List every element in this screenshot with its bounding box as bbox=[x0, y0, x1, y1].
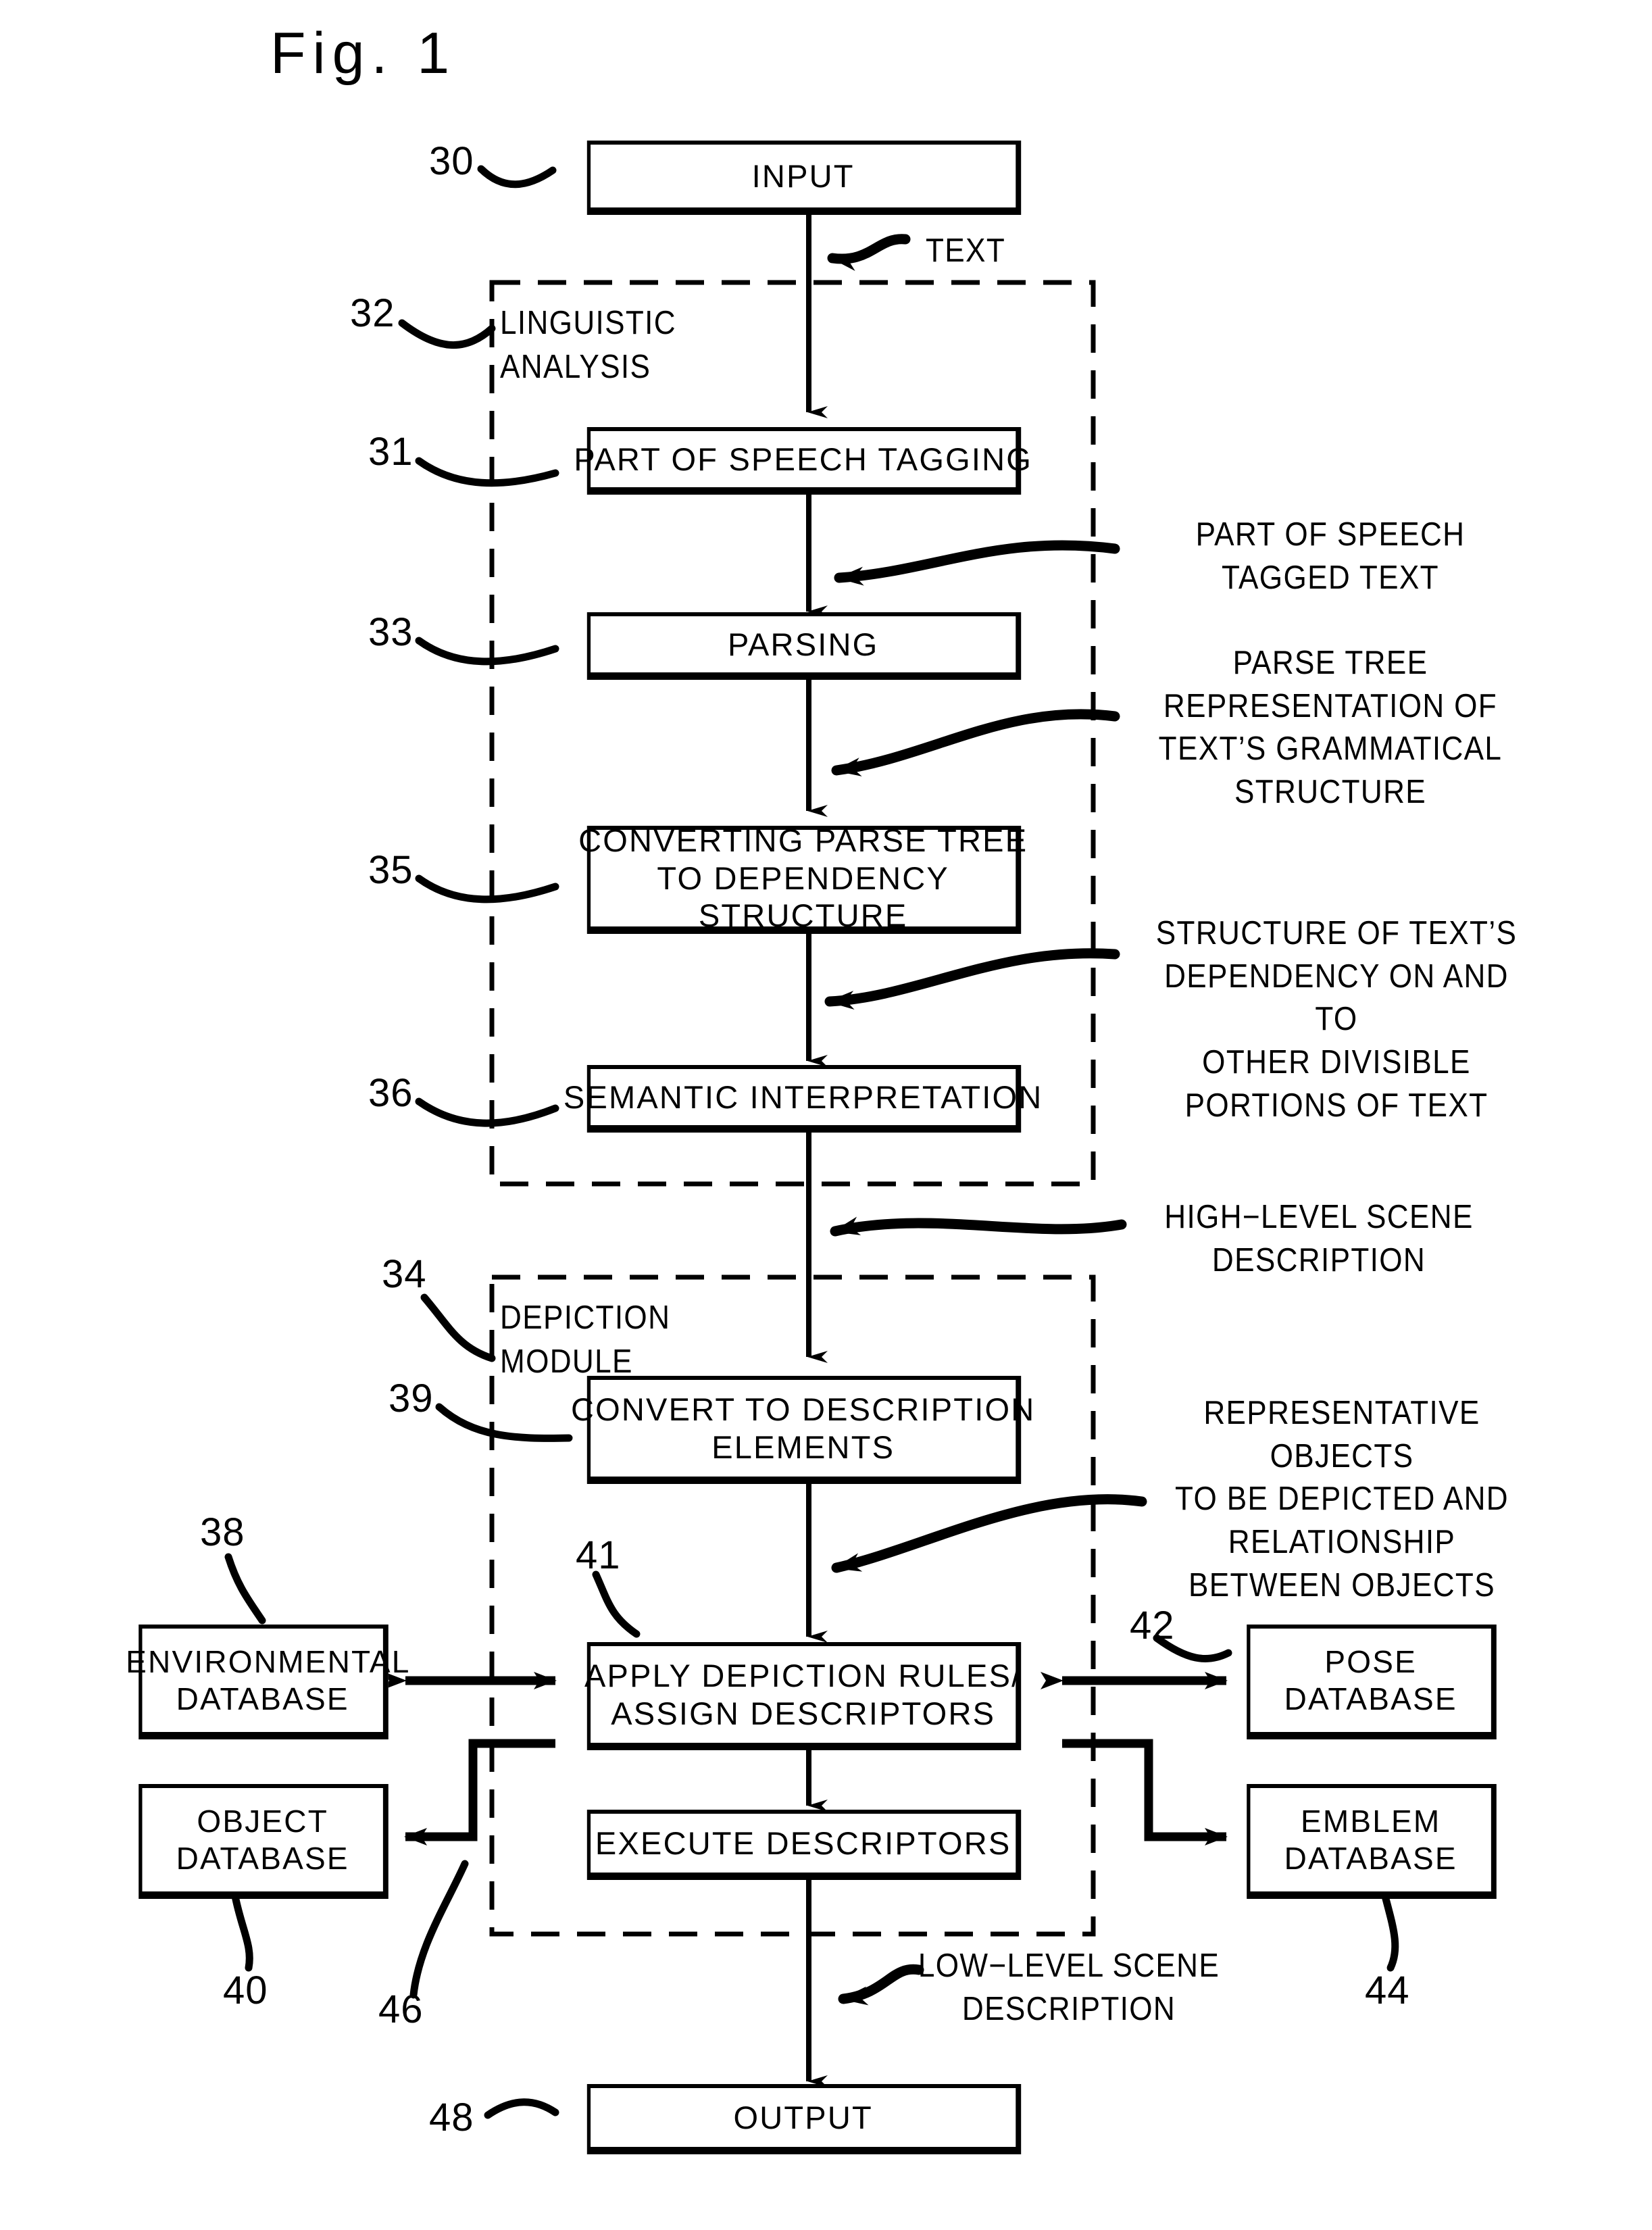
process-box-output[interactable]: OUTPUT bbox=[586, 2084, 1022, 2154]
group-label-depiction-module: DEPICTION MODULE bbox=[500, 1299, 671, 1380]
group-label-linguistic-analysis: LINGUISTIC ANALYSIS bbox=[500, 305, 676, 385]
database-box-environmental-label: ENVIRONMENTAL DATABASE bbox=[126, 1644, 411, 1716]
process-box-converting-parse-tree[interactable]: CONVERTING PARSE TREE TO DEPENDENCY STRU… bbox=[578, 822, 1026, 934]
annotation-representative-objects: REPRESENTATIVE OBJECTS TO BE DEPICTED AN… bbox=[1175, 1395, 1509, 1604]
database-box-emblem[interactable]: EMBLEM DATABASE bbox=[1247, 1784, 1497, 1899]
process-box-input-label: INPUT bbox=[751, 157, 855, 194]
reference-numeral-31: 31 bbox=[368, 430, 414, 474]
database-box-object-label: OBJECT DATABASE bbox=[176, 1804, 349, 1876]
reference-numeral-39: 39 bbox=[389, 1377, 434, 1420]
reference-numeral-48: 48 bbox=[429, 2096, 474, 2139]
process-box-convert-to-description-elements-label: CONVERT TO DESCRIPTION ELEMENTS bbox=[570, 1391, 1036, 1465]
reference-numeral-46: 46 bbox=[378, 1987, 424, 2031]
figure-title: Fig. 1 bbox=[270, 21, 457, 86]
reference-numeral-30: 30 bbox=[429, 139, 474, 183]
reference-numeral-36: 36 bbox=[368, 1071, 414, 1115]
linguistic-analysis-dashed-frame bbox=[489, 280, 1096, 1187]
annotation-high-level-scene-description: HIGH−LEVEL SCENE DESCRIPTION bbox=[1164, 1199, 1474, 1279]
reference-numeral-33: 33 bbox=[368, 610, 414, 654]
reference-numeral-41: 41 bbox=[576, 1533, 621, 1577]
annotation-low-level-scene-description: LOW−LEVEL SCENE DESCRIPTION bbox=[918, 1948, 1220, 2027]
reference-numeral-42: 42 bbox=[1130, 1604, 1175, 1647]
annotation-parse-tree-representation: PARSE TREE REPRESENTATION OF TEXT’S GRAM… bbox=[1158, 645, 1503, 811]
process-box-execute-descriptors[interactable]: EXECUTE DESCRIPTORS bbox=[586, 1810, 1022, 1880]
reference-numeral-44: 44 bbox=[1365, 1968, 1410, 2012]
right-database-connectors bbox=[1041, 1672, 1228, 1845]
process-box-parsing-label: PARSING bbox=[727, 626, 879, 662]
process-box-parsing[interactable]: PARSING bbox=[586, 612, 1022, 680]
left-database-connectors bbox=[384, 1672, 557, 1845]
database-box-object[interactable]: OBJECT DATABASE bbox=[139, 1784, 389, 1899]
patent-figure: Fig. 1 INPUT PART OF SPEECH TAGGING PARS… bbox=[0, 0, 1652, 2230]
process-box-convert-to-description-elements[interactable]: CONVERT TO DESCRIPTION ELEMENTS bbox=[571, 1376, 1034, 1484]
annotation-text: TEXT bbox=[926, 232, 1006, 269]
database-box-emblem-label: EMBLEM DATABASE bbox=[1284, 1804, 1457, 1876]
annotation-structure-of-text-dependency: STRUCTURE OF TEXT’S DEPENDENCY ON AND TO… bbox=[1155, 915, 1518, 1124]
process-box-output-label: OUTPUT bbox=[733, 2099, 873, 2135]
process-box-converting-parse-tree-label: CONVERTING PARSE TREE TO DEPENDENCY STRU… bbox=[578, 822, 1028, 934]
process-box-part-of-speech-tagging[interactable]: PART OF SPEECH TAGGING bbox=[574, 427, 1031, 495]
reference-numeral-34: 34 bbox=[382, 1252, 427, 1296]
process-box-part-of-speech-tagging-label: PART OF SPEECH TAGGING bbox=[574, 441, 1033, 477]
process-box-apply-depiction-rules[interactable]: APPLY DEPICTION RULES/ ASSIGN DESCRIPTOR… bbox=[584, 1642, 1022, 1750]
process-box-apply-depiction-rules-label: APPLY DEPICTION RULES/ ASSIGN DESCRIPTOR… bbox=[584, 1658, 1022, 1731]
process-box-execute-descriptors-label: EXECUTE DESCRIPTORS bbox=[595, 1825, 1011, 1861]
reference-numeral-40: 40 bbox=[223, 1968, 268, 2012]
annotation-part-of-speech-tagged-text: PART OF SPEECH TAGGED TEXT bbox=[1195, 516, 1466, 596]
database-box-pose[interactable]: POSE DATABASE bbox=[1247, 1625, 1497, 1739]
reference-numeral-32: 32 bbox=[350, 291, 395, 335]
process-box-input[interactable]: INPUT bbox=[586, 141, 1022, 215]
process-box-semantic-interpretation-label: SEMANTIC INTERPRETATION bbox=[563, 1079, 1043, 1115]
reference-numeral-38: 38 bbox=[200, 1510, 245, 1554]
reference-numeral-35: 35 bbox=[368, 848, 414, 892]
database-box-environmental[interactable]: ENVIRONMENTAL DATABASE bbox=[126, 1625, 409, 1739]
database-box-pose-label: POSE DATABASE bbox=[1284, 1644, 1457, 1716]
process-box-semantic-interpretation[interactable]: SEMANTIC INTERPRETATION bbox=[564, 1065, 1041, 1133]
